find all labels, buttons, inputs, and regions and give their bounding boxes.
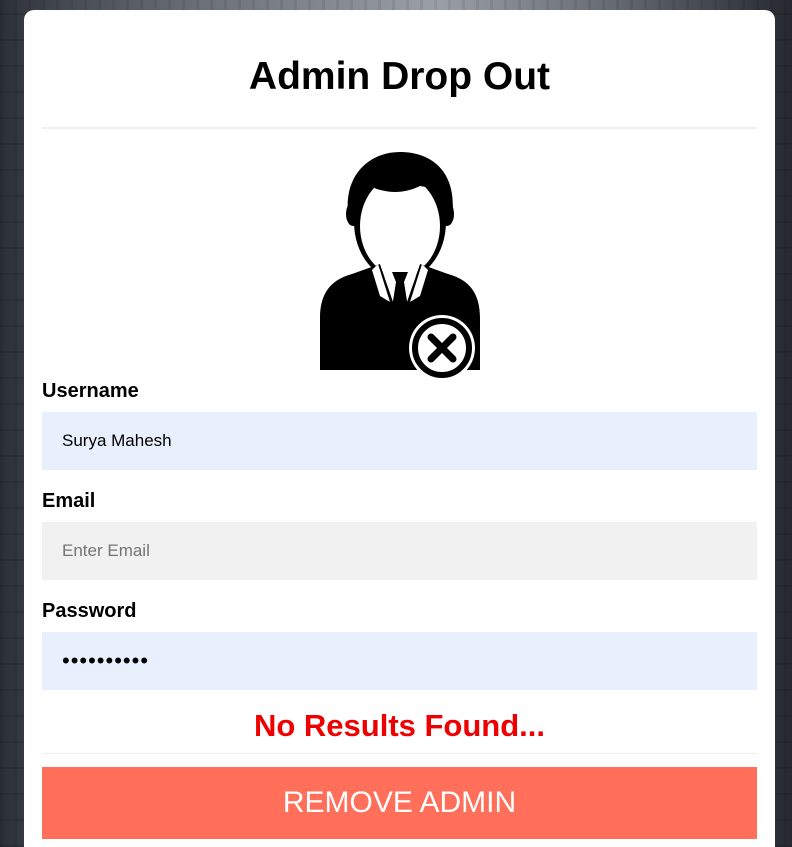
- username-input[interactable]: [42, 412, 757, 470]
- page-title: Admin Drop Out: [248, 55, 551, 98]
- avatar: [42, 129, 757, 381]
- admin-remove-icon: [320, 152, 480, 381]
- email-input[interactable]: [42, 522, 757, 580]
- password-input[interactable]: [42, 632, 757, 690]
- status-message: No Results Found...: [253, 708, 546, 743]
- email-label: Email: [42, 490, 96, 512]
- password-label: Password: [42, 600, 137, 622]
- admin-dropout-card: Admin Drop Out Username Surya Mahesh Ema…: [24, 10, 775, 847]
- username-label: Username: [42, 380, 139, 402]
- remove-admin-button[interactable]: REMOVE ADMIN: [42, 767, 757, 839]
